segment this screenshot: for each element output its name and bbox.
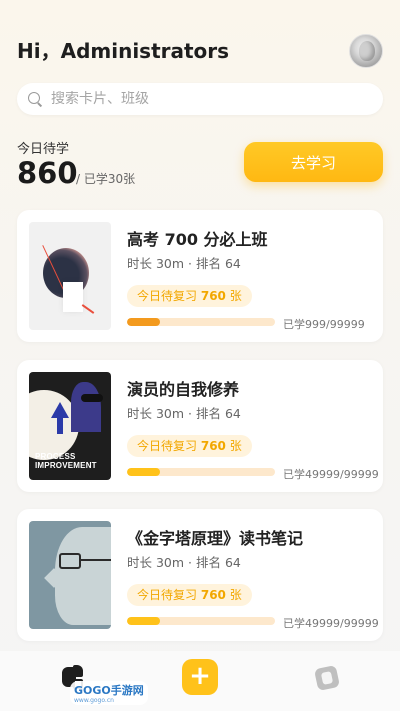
review-suffix: 张 xyxy=(229,588,242,602)
learned-count: 已学49999/99999 xyxy=(283,617,379,630)
watermark-url: www.gogo.cn xyxy=(74,697,114,704)
today-count: 860 xyxy=(17,156,78,190)
review-badge: 今日待复习 760 张 xyxy=(127,584,252,606)
course-meta: 时长 30m · 排名 64 xyxy=(127,256,241,271)
process-improvement-cover-icon: PROCESS IMPROVEMENT xyxy=(29,372,111,480)
abstract-circle-cover-icon xyxy=(29,222,111,330)
progress-bar xyxy=(127,468,275,476)
add-button[interactable]: + xyxy=(182,659,218,695)
today-learned-summary: / 已学30张 xyxy=(76,172,136,186)
review-prefix: 今日待复习 xyxy=(137,439,198,453)
search-icon xyxy=(27,91,43,107)
progress-fill xyxy=(127,468,160,476)
course-meta: 时长 30m · 排名 64 xyxy=(127,555,241,570)
bottom-tab-bar: + GOGO手游网 www.gogo.cn xyxy=(0,651,400,711)
avatar-face-icon xyxy=(359,41,375,61)
go-study-button[interactable]: 去学习 xyxy=(244,142,383,182)
search-bar[interactable] xyxy=(17,83,383,115)
profile-head-cover-icon xyxy=(29,521,111,629)
watermark-text: GOGO手游网 xyxy=(74,684,144,697)
review-count: 760 xyxy=(200,439,226,453)
header: Hi，Administrators xyxy=(17,34,383,68)
progress-fill xyxy=(127,617,160,625)
course-meta: 时长 30m · 排名 64 xyxy=(127,406,241,421)
learned-count: 已学49999/99999 xyxy=(283,468,379,481)
review-badge: 今日待复习 760 张 xyxy=(127,435,252,457)
cards-icon[interactable] xyxy=(313,664,341,692)
review-count: 760 xyxy=(200,588,226,602)
cover-text: PROCESS IMPROVEMENT xyxy=(35,452,97,470)
greeting-title: Hi，Administrators xyxy=(17,39,230,63)
course-card[interactable]: PROCESS IMPROVEMENT 演员的自我修养 时长 30m · 排名 … xyxy=(17,360,383,492)
search-input[interactable] xyxy=(51,91,351,107)
review-suffix: 张 xyxy=(229,439,242,453)
review-suffix: 张 xyxy=(229,289,242,303)
course-card[interactable]: 高考 700 分必上班 时长 30m · 排名 64 今日待复习 760 张 已… xyxy=(17,210,383,342)
course-title: 《金字塔原理》读书笔记 xyxy=(127,529,304,548)
review-prefix: 今日待复习 xyxy=(137,289,198,303)
progress-fill xyxy=(127,318,160,326)
progress-bar xyxy=(127,318,275,326)
review-badge: 今日待复习 760 张 xyxy=(127,285,252,307)
course-card[interactable]: 《金字塔原理》读书笔记 时长 30m · 排名 64 今日待复习 760 张 已… xyxy=(17,509,383,641)
avatar[interactable] xyxy=(349,34,383,68)
watermark-logo: GOGO手游网 www.gogo.cn xyxy=(70,681,148,705)
course-title: 高考 700 分必上班 xyxy=(127,230,268,249)
learned-count: 已学999/99999 xyxy=(283,318,365,331)
review-prefix: 今日待复习 xyxy=(137,588,198,602)
review-count: 760 xyxy=(200,289,226,303)
course-title: 演员的自我修养 xyxy=(127,380,240,399)
progress-bar xyxy=(127,617,275,625)
